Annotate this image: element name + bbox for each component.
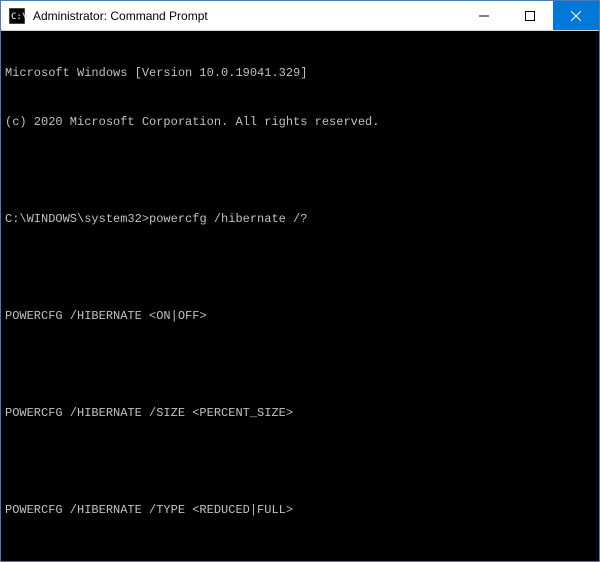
blank-line bbox=[5, 550, 595, 561]
minimize-button[interactable] bbox=[461, 1, 507, 30]
prompt-line: C:\WINDOWS\system32>powercfg /hibernate … bbox=[5, 211, 595, 227]
window-controls bbox=[461, 1, 599, 30]
blank-line bbox=[5, 356, 595, 372]
prompt: C:\WINDOWS\system32> bbox=[5, 212, 149, 226]
usage-line: POWERCFG /HIBERNATE <ON|OFF> bbox=[5, 308, 595, 324]
version-line: Microsoft Windows [Version 10.0.19041.32… bbox=[5, 65, 595, 81]
window-title: Administrator: Command Prompt bbox=[33, 9, 461, 23]
terminal-output[interactable]: Microsoft Windows [Version 10.0.19041.32… bbox=[1, 31, 599, 561]
close-button[interactable] bbox=[553, 1, 599, 30]
maximize-button[interactable] bbox=[507, 1, 553, 30]
command-text: powercfg /hibernate /? bbox=[149, 212, 307, 226]
blank-line bbox=[5, 163, 595, 179]
titlebar[interactable]: C:\ Administrator: Command Prompt bbox=[1, 1, 599, 31]
blank-line bbox=[5, 453, 595, 469]
command-prompt-window: C:\ Administrator: Command Prompt Micros… bbox=[0, 0, 600, 562]
usage-line: POWERCFG /HIBERNATE /TYPE <REDUCED|FULL> bbox=[5, 502, 595, 518]
blank-line bbox=[5, 259, 595, 275]
copyright-line: (c) 2020 Microsoft Corporation. All righ… bbox=[5, 114, 595, 130]
cmd-icon: C:\ bbox=[9, 8, 25, 24]
svg-text:C:\: C:\ bbox=[11, 12, 25, 22]
usage-line: POWERCFG /HIBERNATE /SIZE <PERCENT_SIZE> bbox=[5, 405, 595, 421]
